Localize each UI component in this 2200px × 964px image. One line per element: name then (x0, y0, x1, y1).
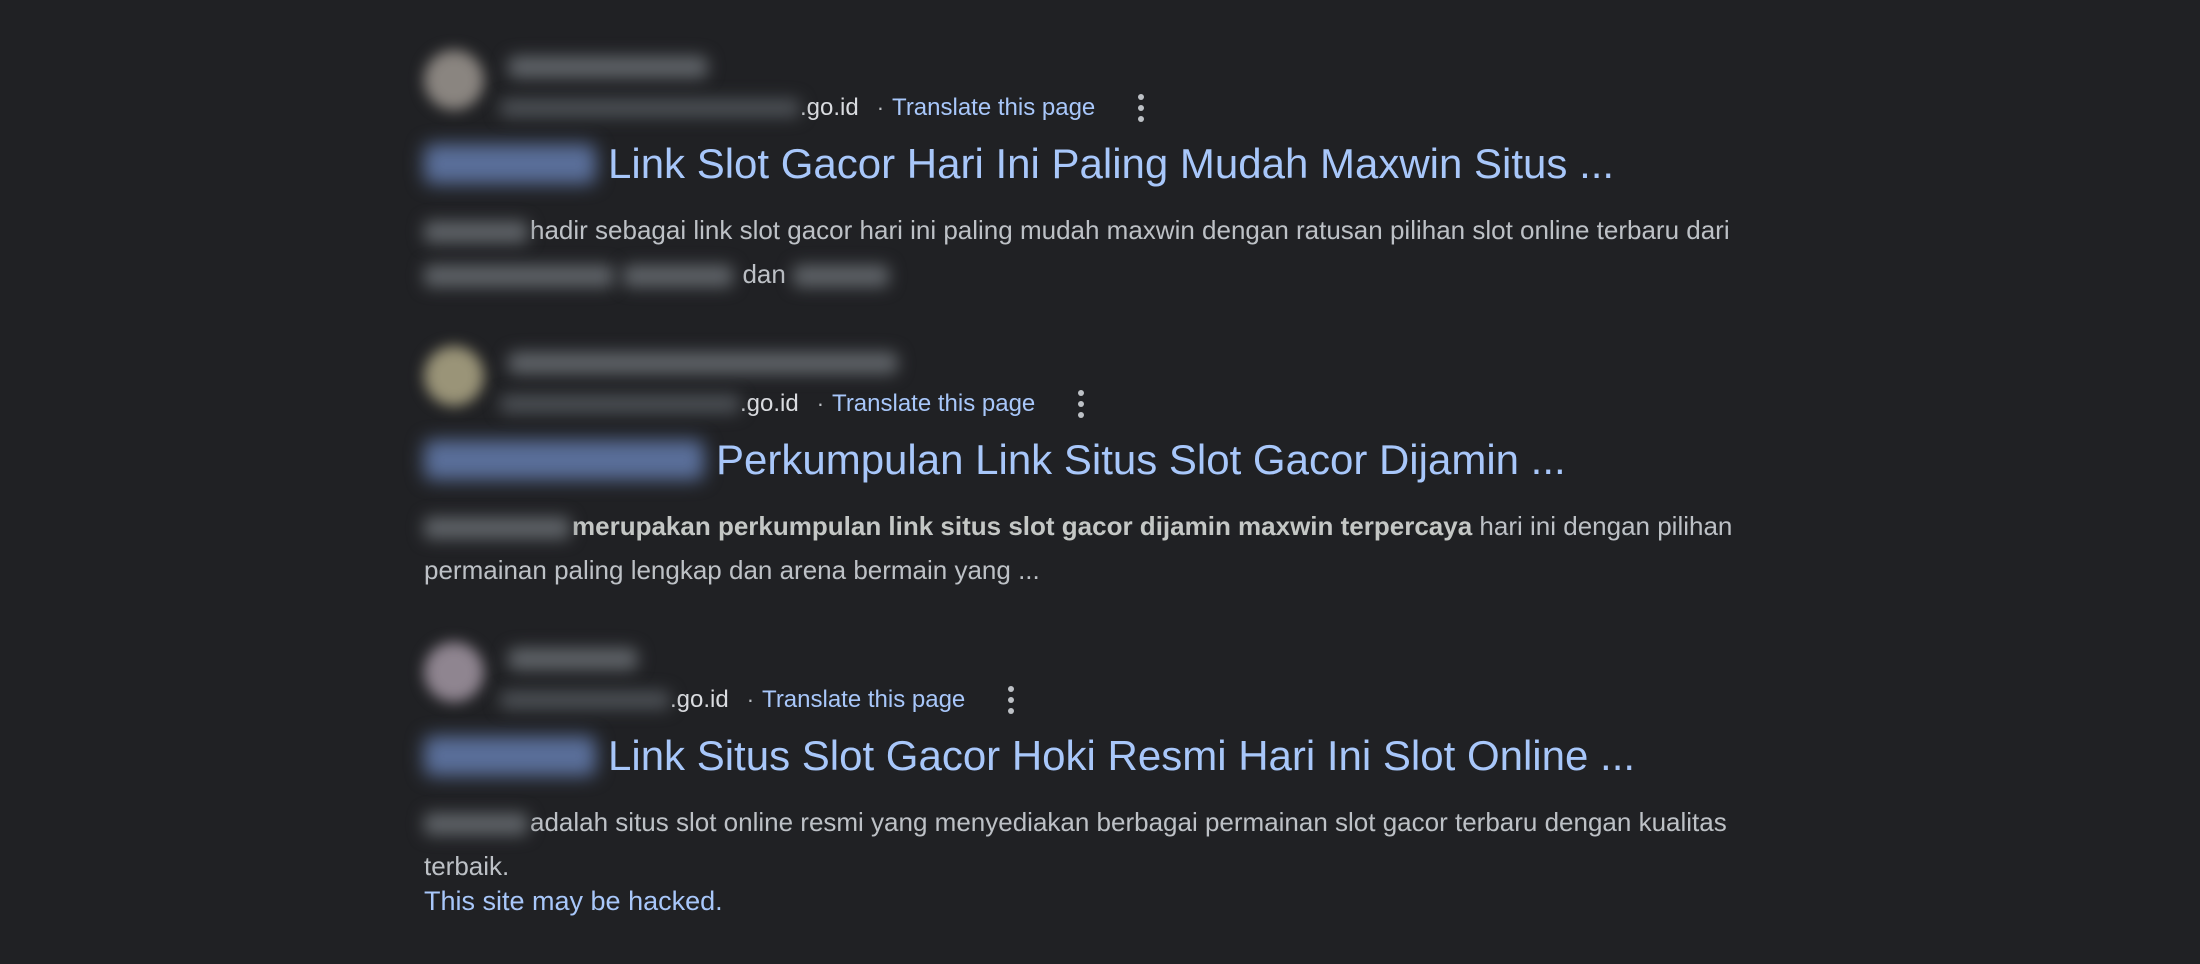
result-snippet: merupakan perkumpulan link situs slot ga… (424, 504, 1744, 592)
snippet-blurred (424, 813, 528, 836)
site-favicon[interactable] (424, 50, 484, 110)
more-options-icon[interactable] (1075, 390, 1087, 418)
site-name-blurred (508, 648, 638, 670)
title-site-blurred (424, 440, 704, 480)
snippet-blurred (793, 265, 890, 288)
result-title[interactable]: Link Slot Gacor Hari Ini Paling Mudah Ma… (608, 140, 1614, 188)
site-favicon[interactable] (424, 346, 484, 406)
snippet-text: dan (742, 259, 786, 289)
result-domain: .go.id (670, 686, 729, 713)
search-result-3: .go.id · Translate this page Link Situs … (424, 642, 1744, 942)
result-url-row: .go.id · Translate this page (500, 680, 1017, 720)
snippet-blurred (424, 221, 528, 244)
translate-link[interactable]: Translate this page (892, 94, 1095, 122)
url-blurred (500, 691, 670, 709)
result-domain: .go.id (800, 94, 859, 121)
search-results: .go.id · Translate this page Link Slot G… (0, 0, 2200, 964)
translate-link[interactable]: Translate this page (832, 390, 1035, 418)
result-snippet: adalah situs slot online resmi yang meny… (424, 800, 1744, 888)
site-favicon[interactable] (424, 642, 484, 702)
search-result-2: .go.id · Translate this page Perkumpulan… (424, 346, 1744, 586)
result-title[interactable]: Link Situs Slot Gacor Hoki Resmi Hari In… (608, 732, 1635, 780)
url-blurred (500, 395, 740, 413)
site-name-blurred (508, 352, 898, 374)
result-title-row[interactable]: Link Situs Slot Gacor Hoki Resmi Hari In… (424, 726, 1635, 786)
result-snippet: hadir sebagai link slot gacor hari ini p… (424, 208, 1744, 296)
site-name-blurred (508, 56, 708, 78)
more-options-icon[interactable] (1005, 686, 1017, 714)
separator-dot: · (876, 95, 885, 120)
result-title[interactable]: Perkumpulan Link Situs Slot Gacor Dijami… (716, 436, 1566, 484)
snippet-blurred (424, 265, 614, 288)
hacked-warning-link[interactable]: This site may be hacked. (424, 886, 723, 917)
result-title-row[interactable]: Link Slot Gacor Hari Ini Paling Mudah Ma… (424, 134, 1614, 194)
snippet-text: adalah situs slot online resmi yang meny… (424, 807, 1727, 881)
snippet-blurred (424, 517, 570, 540)
result-title-row[interactable]: Perkumpulan Link Situs Slot Gacor Dijami… (424, 430, 1566, 490)
snippet-blurred (623, 265, 734, 288)
more-options-icon[interactable] (1135, 94, 1147, 122)
title-site-blurred (424, 736, 596, 776)
url-blurred (500, 99, 800, 117)
separator-dot: · (746, 687, 755, 712)
result-domain: .go.id (740, 390, 799, 417)
snippet-bold-text: merupakan perkumpulan link situs slot ga… (572, 511, 1473, 541)
snippet-text: hadir sebagai link slot gacor hari ini p… (530, 215, 1730, 245)
search-result-1: .go.id · Translate this page Link Slot G… (424, 50, 1744, 290)
title-site-blurred (424, 144, 596, 184)
result-url-row: .go.id · Translate this page (500, 88, 1147, 128)
translate-link[interactable]: Translate this page (762, 686, 965, 714)
result-url-row: .go.id · Translate this page (500, 384, 1087, 424)
separator-dot: · (816, 391, 825, 416)
